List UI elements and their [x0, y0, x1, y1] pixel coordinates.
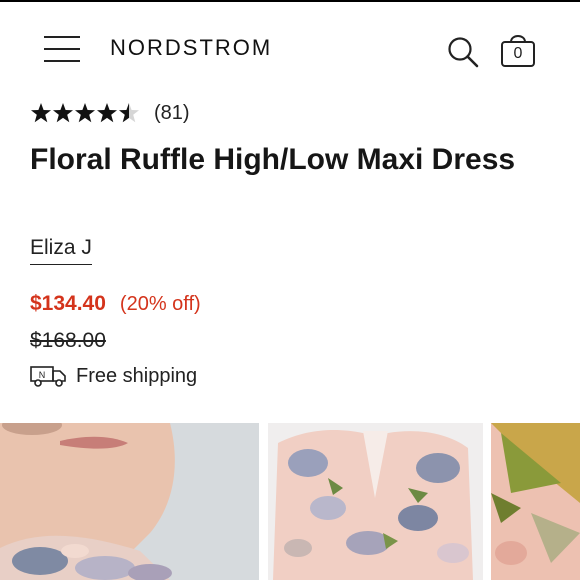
shipping-text: Free shipping: [76, 364, 198, 387]
discount-label: (20% off): [119, 293, 201, 315]
dress-front-photo[interactable]: [268, 423, 483, 580]
brand-logo[interactable]: NORDSTROM: [110, 35, 272, 61]
sale-price: $134.40: [30, 292, 106, 315]
free-shipping: N Free shipping: [30, 364, 197, 388]
product-title: Floral Ruffle High/Low Maxi Dress: [30, 143, 516, 176]
product-rating[interactable]: (81): [30, 100, 190, 126]
shopping-bag-icon[interactable]: 0: [498, 30, 538, 70]
fabric-print-photo[interactable]: [491, 423, 580, 580]
site-header: NORDSTROM 0: [0, 0, 580, 95]
brand-link[interactable]: Eliza J: [30, 236, 92, 265]
delivery-truck-icon: N: [30, 366, 66, 387]
shipping-badge: N: [39, 370, 46, 380]
review-count[interactable]: (81): [154, 102, 190, 125]
star-icons: [31, 103, 139, 123]
model-close-up-photo[interactable]: [0, 423, 259, 580]
price-row: $134.40 (20% off): [30, 292, 201, 316]
bag-count: 0: [513, 45, 523, 62]
original-price: $168.00: [30, 329, 106, 352]
product-image-gallery: [0, 423, 580, 580]
rating-stars: [30, 102, 142, 124]
search-icon[interactable]: [446, 35, 480, 69]
hamburger-menu-icon[interactable]: [44, 36, 80, 63]
